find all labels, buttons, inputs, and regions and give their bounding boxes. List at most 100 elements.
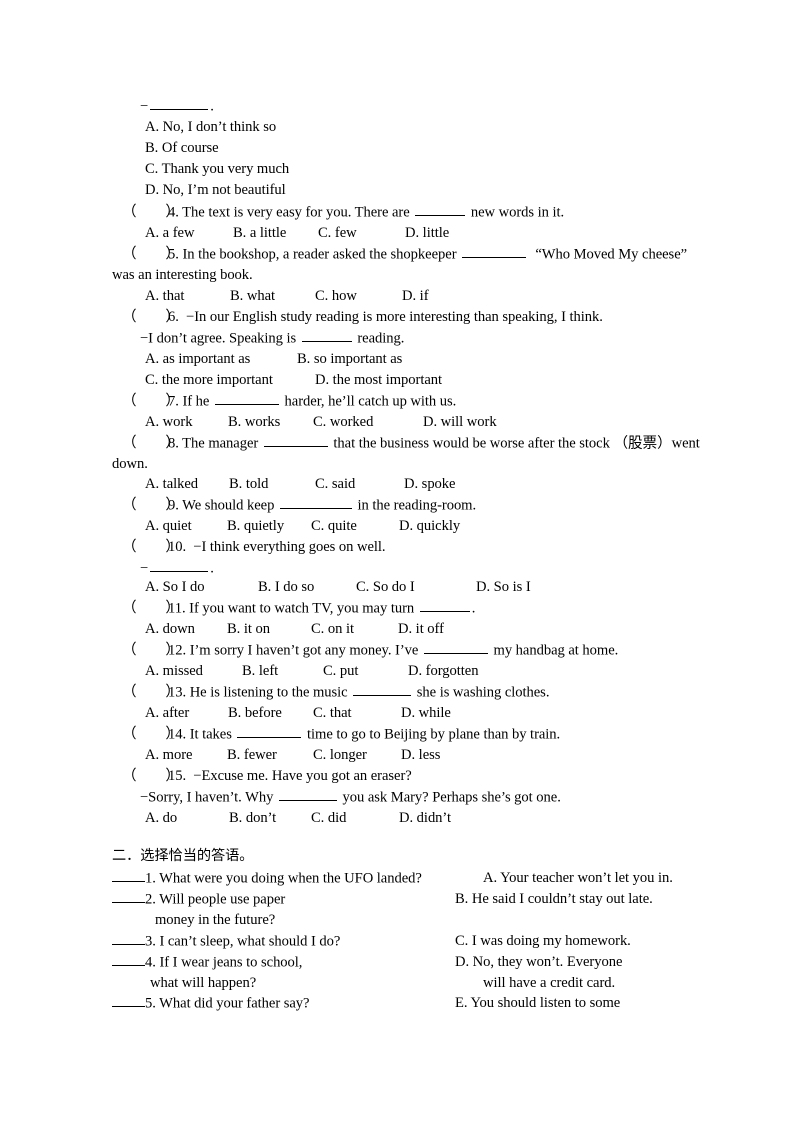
q6-opt-c[interactable]: C. the more important	[145, 370, 315, 391]
q7-opt-a[interactable]: A. work	[145, 412, 228, 433]
answer-bracket-4[interactable]: （ ）	[122, 202, 180, 223]
answer-bracket-9[interactable]: （ ）	[122, 495, 180, 516]
q5-opt-a[interactable]: A. that	[145, 286, 230, 307]
q14-opt-b[interactable]: B. fewer	[227, 745, 313, 766]
match-left-text-4: 4. If I wear jeans to school,	[145, 954, 303, 971]
answer-bracket-5[interactable]: （ ）	[122, 244, 180, 265]
question-12-options: A. missed B. left C. put D. forgotten	[145, 661, 479, 682]
match-blank-5[interactable]	[112, 993, 145, 1008]
match-right-item-c[interactable]: C. I was doing my homework.	[455, 931, 631, 952]
q10-blank[interactable]	[150, 558, 209, 573]
q15-opt-b[interactable]: B. don’t	[229, 808, 311, 829]
q12-blank[interactable]	[423, 640, 488, 655]
q10-opt-c[interactable]: C. So do I	[356, 577, 476, 598]
q15-blank[interactable]	[278, 787, 337, 802]
q4-opt-d[interactable]: D. little	[405, 223, 449, 244]
q5-blank[interactable]	[462, 244, 527, 259]
q14-opt-a[interactable]: A. more	[145, 745, 227, 766]
q8-opt-b[interactable]: B. told	[229, 474, 315, 495]
q4-opt-b[interactable]: B. a little	[233, 223, 318, 244]
q7-blank[interactable]	[214, 391, 279, 406]
q7-opt-d[interactable]: D. will work	[423, 412, 497, 433]
match-blank-4[interactable]	[112, 952, 145, 967]
question-11-options: A. down B. it on C. on it D. it off	[145, 619, 444, 640]
q5-opt-c[interactable]: C. how	[315, 286, 402, 307]
answer-bracket-11[interactable]: （ ）	[122, 598, 180, 619]
q14-opt-d[interactable]: D. less	[401, 745, 440, 766]
answer-bracket-14[interactable]: （ ）	[122, 724, 180, 745]
q11-opt-d[interactable]: D. it off	[398, 619, 444, 640]
q10-line2-after: .	[210, 560, 214, 577]
q14-opt-c[interactable]: C. longer	[313, 745, 401, 766]
q11-opt-b[interactable]: B. it on	[227, 619, 311, 640]
q15-line2-before: −Sorry, I haven’t. Why	[140, 789, 277, 806]
match-right-item-e[interactable]: E. You should listen to some	[455, 993, 620, 1014]
q15-opt-a[interactable]: A. do	[145, 808, 229, 829]
match-blank-2[interactable]	[112, 889, 145, 904]
q13-opt-a[interactable]: A. after	[145, 703, 228, 724]
q11-opt-a[interactable]: A. down	[145, 619, 227, 640]
answer-bracket-6[interactable]: （ ）	[122, 307, 180, 328]
q6-opt-d[interactable]: D. the most important	[315, 370, 442, 391]
q11-blank[interactable]	[419, 598, 470, 613]
q5-opt-b[interactable]: B. what	[230, 286, 315, 307]
q4-opt-c[interactable]: C. few	[318, 223, 405, 244]
q6-blank[interactable]	[301, 328, 352, 343]
q13-opt-d[interactable]: D. while	[401, 703, 451, 724]
q8-opt-a[interactable]: A. talked	[145, 474, 229, 495]
q13-blank[interactable]	[353, 682, 412, 697]
match-blank-1[interactable]	[112, 868, 145, 883]
q12-opt-c[interactable]: C. put	[323, 661, 408, 682]
match-blank-3[interactable]	[112, 931, 145, 946]
q13-opt-c[interactable]: C. that	[313, 703, 401, 724]
question-12-stem: （ ）12. I’m sorry I haven’t got any money…	[122, 640, 618, 661]
q8-opt-d[interactable]: D. spoke	[404, 474, 456, 495]
match-right-item-d[interactable]: D. No, they won’t. Everyone	[455, 952, 622, 973]
q10-opt-b[interactable]: B. I do so	[258, 577, 356, 598]
q9-blank[interactable]	[279, 495, 352, 510]
q10-stem-line1: 10. −I think everything goes on well.	[168, 539, 386, 555]
q3-option-b[interactable]: B. Of course	[145, 138, 219, 159]
q3-option-a[interactable]: A. No, I don’t think so	[145, 117, 276, 138]
answer-bracket-8[interactable]: （ ）	[122, 433, 180, 454]
question-4-stem: （ ）4. The text is very easy for you. The…	[122, 202, 564, 223]
q7-opt-c[interactable]: C. worked	[313, 412, 423, 433]
match-right-item-a[interactable]: A. Your teacher won’t let you in.	[483, 868, 673, 889]
q9-opt-d[interactable]: D. quickly	[399, 516, 460, 537]
q6-opt-a[interactable]: A. as important as	[145, 349, 297, 370]
answer-bracket-15[interactable]: （ ）	[122, 766, 180, 787]
q10-opt-d[interactable]: D. So is I	[476, 577, 531, 598]
q9-opt-a[interactable]: A. quiet	[145, 516, 227, 537]
q12-opt-b[interactable]: B. left	[242, 661, 323, 682]
q4-stem-before: 4. The text is very easy for you. There …	[168, 204, 414, 221]
q9-opt-c[interactable]: C. quite	[311, 516, 399, 537]
q10-opt-a[interactable]: A. So I do	[145, 577, 258, 598]
q8-blank[interactable]	[263, 433, 328, 448]
q3-option-c[interactable]: C. Thank you very much	[145, 159, 289, 180]
q6-stem-line1: 6. −In our English study reading is more…	[168, 309, 603, 325]
q14-blank[interactable]	[237, 724, 302, 739]
q4-blank[interactable]	[415, 202, 466, 217]
match-left-text-3: 3. I can’t sleep, what should I do?	[145, 933, 341, 950]
answer-bracket-7[interactable]: （ ）	[122, 391, 180, 412]
answer-bracket-12[interactable]: （ ）	[122, 640, 180, 661]
q15-opt-c[interactable]: C. did	[311, 808, 399, 829]
q5-opt-d[interactable]: D. if	[402, 286, 429, 307]
q4-opt-a[interactable]: A. a few	[145, 223, 233, 244]
q12-opt-a[interactable]: A. missed	[145, 661, 242, 682]
q15-opt-d[interactable]: D. didn’t	[399, 808, 451, 829]
answer-blank[interactable]	[150, 96, 209, 111]
q6-opt-b[interactable]: B. so important as	[297, 349, 402, 370]
q5-stem-before: 5. In the bookshop, a reader asked the s…	[168, 246, 461, 263]
q3-answer-prompt: −.	[140, 96, 214, 117]
q12-opt-d[interactable]: D. forgotten	[408, 661, 479, 682]
answer-bracket-13[interactable]: （ ）	[122, 682, 180, 703]
q13-opt-b[interactable]: B. before	[228, 703, 313, 724]
q3-option-d[interactable]: D. No, I’m not beautiful	[145, 180, 286, 201]
answer-bracket-10[interactable]: （ ）	[122, 537, 180, 558]
q8-opt-c[interactable]: C. said	[315, 474, 404, 495]
q7-opt-b[interactable]: B. works	[228, 412, 313, 433]
q11-opt-c[interactable]: C. on it	[311, 619, 398, 640]
q9-opt-b[interactable]: B. quietly	[227, 516, 311, 537]
match-right-item-b[interactable]: B. He said I couldn’t stay out late.	[455, 889, 653, 910]
